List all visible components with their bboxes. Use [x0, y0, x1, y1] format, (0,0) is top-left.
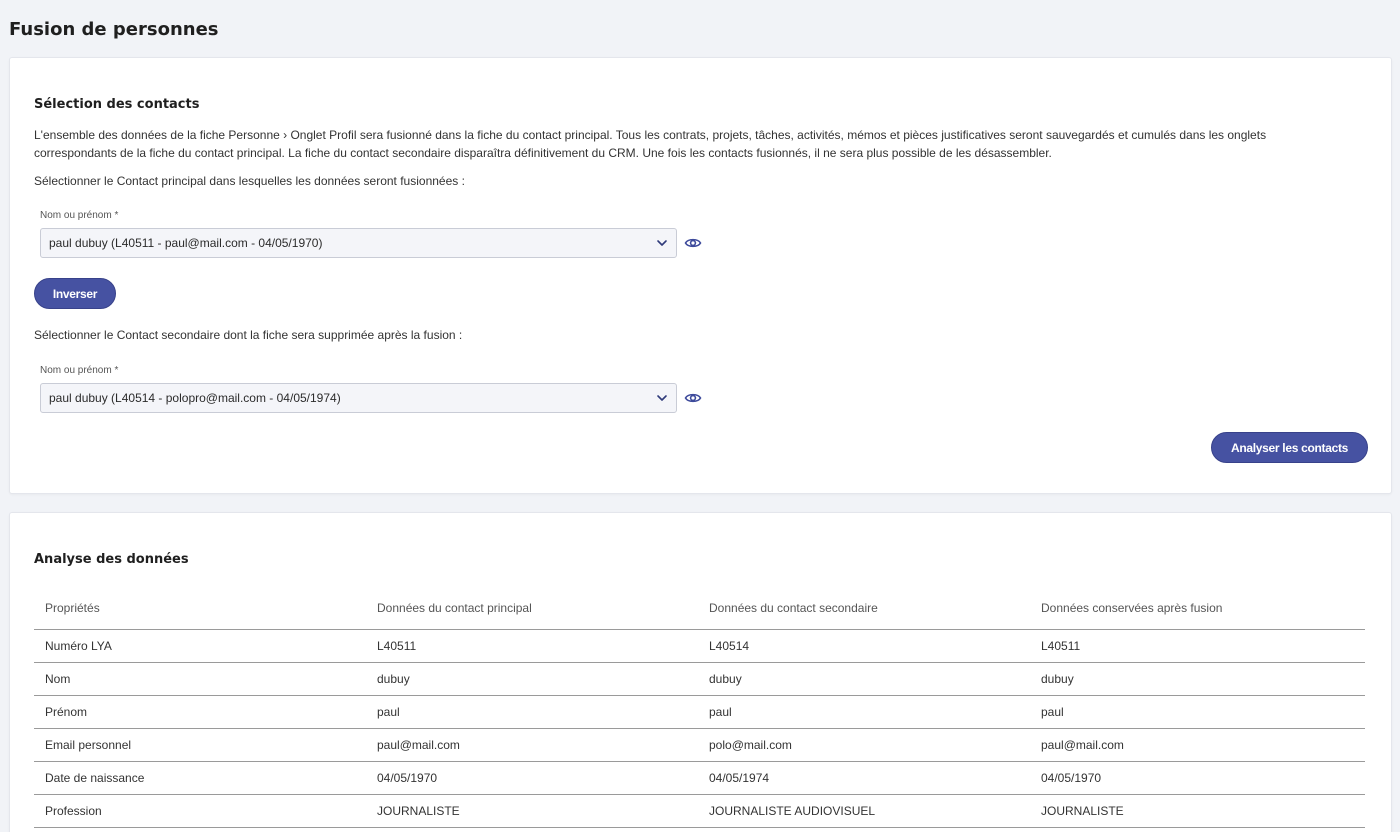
page-title: Fusion de personnes: [9, 19, 219, 40]
principal-cell: dubuy: [366, 662, 698, 696]
table-row: Numéro LYA L40511 L40514 L40511: [34, 629, 1365, 663]
table-row: Email personnel paul@mail.com polo@mail.…: [34, 728, 1365, 762]
principal-contact-value: paul dubuy (L40511 - paul@mail.com - 04/…: [49, 236, 323, 250]
secondary-cell: 04/05/1974: [698, 761, 1030, 795]
column-header: Données du contact secondaire: [698, 588, 1030, 630]
principal-cell: paul: [366, 695, 698, 729]
secondary-cell: JOURNALISTE AUDIOVISUEL: [698, 794, 1030, 828]
column-header: Données du contact principal: [366, 588, 698, 630]
merged-cell: dubuy: [1030, 662, 1365, 696]
secondary-cell: L40514: [698, 629, 1030, 663]
analysis-title: Analyse des données: [34, 552, 189, 567]
table-header-row: Propriétés Données du contact principal …: [34, 588, 1365, 630]
chevron-down-icon: [657, 395, 667, 401]
column-header: Données conservées après fusion: [1030, 588, 1365, 630]
merged-cell: paul: [1030, 695, 1365, 729]
table-row: Prénom paul paul paul: [34, 695, 1365, 729]
principal-contact-select[interactable]: paul dubuy (L40511 - paul@mail.com - 04/…: [40, 228, 677, 258]
contact-selection-card: Sélection des contacts L'ensemble des do…: [9, 57, 1392, 494]
property-cell: Prénom: [34, 695, 366, 729]
principal-cell: 04/05/1970: [366, 761, 698, 795]
table-row: Profession JOURNALISTE JOURNALISTE AUDIO…: [34, 794, 1365, 828]
merged-cell: 04/05/1970: [1030, 761, 1365, 795]
property-cell: Numéro LYA: [34, 629, 366, 663]
principal-field-label: Nom ou prénom *: [40, 210, 119, 221]
chevron-down-icon: [657, 240, 667, 246]
property-cell: Nom: [34, 662, 366, 696]
eye-icon[interactable]: [684, 234, 702, 252]
property-cell: Profession: [34, 794, 366, 828]
principal-instruction: Sélectionner le Contact principal dans l…: [34, 174, 465, 188]
principal-cell: L40511: [366, 629, 698, 663]
secondary-instruction: Sélectionner le Contact secondaire dont …: [34, 328, 463, 342]
merged-cell: paul@mail.com: [1030, 728, 1365, 762]
merged-cell: JOURNALISTE: [1030, 794, 1365, 828]
secondary-contact-select[interactable]: paul dubuy (L40514 - polopro@mail.com - …: [40, 383, 677, 413]
merged-cell: L40511: [1030, 629, 1365, 663]
data-analysis-card: Analyse des données Propriétés Données d…: [9, 512, 1392, 832]
secondary-cell: polo@mail.com: [698, 728, 1030, 762]
table-row: Nom dubuy dubuy dubuy: [34, 662, 1365, 696]
selection-description: L'ensemble des données de la fiche Perso…: [34, 128, 1267, 160]
table-row: Date de naissance 04/05/1970 04/05/1974 …: [34, 761, 1365, 795]
property-cell: Email personnel: [34, 728, 366, 762]
property-cell: Date de naissance: [34, 761, 366, 795]
analysis-table: Propriétés Données du contact principal …: [34, 588, 1365, 828]
principal-cell: paul@mail.com: [366, 728, 698, 762]
eye-icon[interactable]: [684, 389, 702, 407]
selection-title: Sélection des contacts: [34, 97, 200, 112]
invert-button[interactable]: Inverser: [34, 278, 116, 309]
column-header: Propriétés: [34, 588, 366, 630]
secondary-contact-value: paul dubuy (L40514 - polopro@mail.com - …: [49, 391, 341, 405]
secondary-cell: dubuy: [698, 662, 1030, 696]
secondary-cell: paul: [698, 695, 1030, 729]
analyse-contacts-button[interactable]: Analyser les contacts: [1211, 432, 1368, 463]
principal-cell: JOURNALISTE: [366, 794, 698, 828]
secondary-field-label: Nom ou prénom *: [40, 365, 119, 376]
